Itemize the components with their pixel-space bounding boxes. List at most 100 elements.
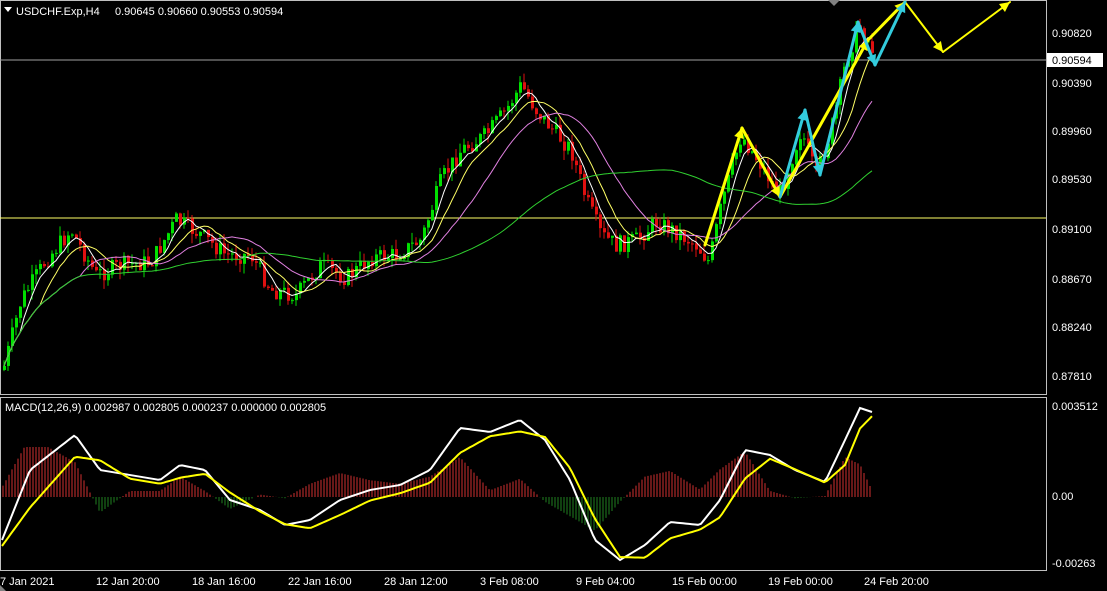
price-tick: 0.90820 [1052,28,1092,40]
candle-body [699,249,702,254]
macd-indicator-label: MACD(12,26,9) 0.002987 0.002805 0.000237… [5,402,326,414]
candle-body [331,260,334,268]
candle-body [719,203,722,225]
price-tick: 0.88670 [1052,274,1092,286]
candle-body [579,165,582,175]
candle-body [259,262,262,264]
time-label: 28 Jan 12:00 [384,576,448,588]
candle-body [271,287,274,291]
candle-body [723,191,726,204]
candle-body [239,260,242,264]
time-axis[interactable]: 7 Jan 2021 12 Jan 20:00 18 Jan 16:00 22 … [0,576,929,588]
price-tick: 0.89960 [1052,126,1092,138]
candle-body [55,252,58,254]
candle-body [35,269,38,275]
candle-body [115,260,118,262]
time-label: 9 Feb 04:00 [576,576,635,588]
candle-body [95,266,98,271]
candle-body [447,168,450,173]
candle-body [243,253,246,264]
candle-body [575,160,578,166]
candle-body [179,213,182,225]
time-label: 15 Feb 00:00 [672,576,737,588]
candle-body [463,144,466,153]
time-label: 19 Feb 00:00 [768,576,833,588]
candle-body [487,128,490,134]
time-label: 3 Feb 08:00 [480,576,539,588]
candle-body [499,110,502,117]
candle-body [707,260,710,262]
candle-body [531,96,534,109]
candle-body [627,237,630,252]
candle-body [19,306,22,318]
candle-body [199,231,202,236]
candle-body [439,174,442,187]
price-axis[interactable]: 0.90820 0.90390 0.89960 0.89530 0.89100 … [1047,28,1103,383]
chart-window[interactable]: USDCHF.Exp,H4 0.90645 0.90660 0.90553 0.… [0,0,1107,591]
candle-body [515,92,518,104]
candle-body [123,255,126,270]
macd-axis[interactable]: 0.003512 0.00 -0.00263 [1052,401,1098,570]
candle-body [151,265,154,267]
candle-body [63,235,66,246]
candle-body [427,220,430,228]
candle-body [187,217,190,219]
candle-body [339,272,342,282]
candle-body [599,214,602,229]
candle-body [31,274,34,290]
price-tick: 0.89100 [1052,224,1092,236]
candle-body [551,128,554,130]
candle-body [171,221,174,234]
macd-tick: 0.003512 [1052,401,1098,413]
candle-body [43,264,46,267]
time-label: 22 Jan 16:00 [288,576,352,588]
candle-body [583,174,586,195]
candle-body [683,231,686,242]
candle-body [195,233,198,236]
candle-body [495,116,498,121]
candle-body [739,144,742,153]
candle-body [795,150,798,165]
candle-body [467,144,470,149]
symbol-name: USDCHF.Exp,H4 [16,6,100,18]
candle-body [59,235,62,253]
candle-body [283,287,286,290]
candle-body [591,197,594,207]
candle-body [3,365,6,370]
candle-body [623,235,626,252]
candle-body [603,228,606,233]
candle-body [415,242,418,246]
candle-body [27,289,30,291]
price-tick: 0.89530 [1052,174,1092,186]
time-label: 18 Jan 16:00 [192,576,256,588]
candle-body [507,105,510,111]
candle-body [535,108,538,115]
candle-body [703,253,706,261]
candle-body [523,82,526,90]
candle-body [231,253,234,255]
candle-body [563,141,566,151]
candle-body [411,242,414,244]
candle-body [379,250,382,255]
candle-body [267,286,270,288]
candle-body [87,260,90,262]
candle-body [687,241,690,244]
candle-body [511,103,514,106]
candle-body [871,41,874,53]
candle-body [519,82,522,93]
candle-body [351,268,354,278]
candle-body [635,232,638,235]
candle-body [219,243,222,255]
candle-body [191,218,194,234]
candle-body [671,225,674,234]
candle-body [15,317,18,328]
candle-body [715,224,718,242]
candle-body [215,242,218,255]
candle-body [691,243,694,245]
candle-body [275,290,278,300]
candle-body [159,246,162,253]
candle-body [611,235,614,238]
candle-body [23,290,26,307]
candle-body [675,225,678,241]
candle-body [291,300,294,302]
